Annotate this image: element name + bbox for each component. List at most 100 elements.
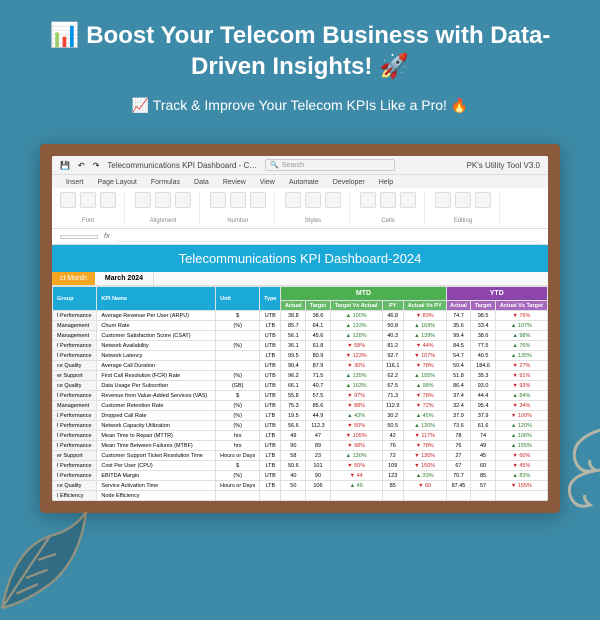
formula-input[interactable] — [115, 231, 540, 242]
ribbon-tabs: InsertPage LayoutFormulasDataReviewViewA… — [52, 175, 548, 188]
cell-target: 23 — [306, 451, 330, 461]
ribbon-tab-automate[interactable]: Automate — [283, 177, 325, 188]
ribbon-button[interactable] — [475, 192, 491, 208]
ribbon-tab-formulas[interactable]: Formulas — [145, 177, 186, 188]
cell-ytarget: 35.3 — [471, 371, 495, 381]
cell-unit: (%) — [216, 401, 260, 411]
table-row[interactable]: ManagementChurn Rate(%)LTB85.764.1▲ 133%… — [53, 321, 548, 331]
table-row[interactable]: ce QualityData Usage Per Subscriber(GB)U… — [53, 381, 548, 391]
redo-icon[interactable]: ↷ — [93, 161, 100, 170]
ribbon-tab-data[interactable]: Data — [188, 177, 215, 188]
cell-group: I Performance — [53, 391, 97, 401]
cell-yavt: ▲ 84% — [495, 391, 547, 401]
table-row[interactable]: ManagementCustomer Satisfaction Score (C… — [53, 331, 548, 341]
cell-type: UTB — [260, 311, 281, 321]
table-row[interactable]: I PerformanceDropped Call Rate(%)LTB19.5… — [53, 411, 548, 421]
fx-label[interactable]: fx — [104, 233, 109, 240]
table-row[interactable]: ce QualityService Activation TimeHours o… — [53, 481, 548, 491]
cell-actual: 19.5 — [281, 411, 306, 421]
hero-subtitle: 📈 Track & Improve Your Telecom KPIs Like… — [30, 97, 570, 114]
table-row[interactable]: I EfficiencyNode Efficiency — [53, 491, 548, 501]
ribbon-button[interactable] — [230, 192, 246, 208]
ribbon-button[interactable] — [210, 192, 226, 208]
ribbon-button[interactable] — [325, 192, 341, 208]
ribbon-tab-insert[interactable]: Insert — [60, 177, 90, 188]
ribbon-button[interactable] — [360, 192, 376, 208]
cell-tva: ▲ 130% — [330, 451, 382, 461]
cell-target: 85.6 — [306, 401, 330, 411]
cell-kpi-name: EBITDA Margin — [97, 471, 216, 481]
ribbon-button[interactable] — [455, 192, 471, 208]
cell-kpi-name: Mean Time to Repair (MTTR) — [97, 431, 216, 441]
ribbon-button[interactable] — [285, 192, 301, 208]
cell-tva: ▼ 30% — [330, 361, 382, 371]
cell-target: 64.1 — [306, 321, 330, 331]
select-month-button[interactable]: ct Month — [52, 272, 95, 285]
cell-ytarget: 184.6 — [471, 361, 495, 371]
col-target: Target — [306, 301, 330, 311]
ribbon-button[interactable] — [175, 192, 191, 208]
table-row[interactable]: I PerformanceCost Per User (CPU)$LTB50.6… — [53, 461, 548, 471]
table-row[interactable]: I PerformanceNetwork Capacity Utilizatio… — [53, 421, 548, 431]
cell-target: 40.7 — [306, 381, 330, 391]
ribbon-tab-page-layout[interactable]: Page Layout — [92, 177, 143, 188]
cell-py — [382, 491, 403, 501]
cell-type: UTB — [260, 341, 281, 351]
cell-apy: ▲ 169% — [403, 321, 446, 331]
cell-actual: 49 — [281, 431, 306, 441]
cell-apy: ▼ 107% — [403, 351, 446, 361]
ribbon-button[interactable] — [155, 192, 171, 208]
ribbon-button[interactable] — [250, 192, 266, 208]
cell-target: 87.9 — [306, 361, 330, 371]
formula-bar: fx — [52, 229, 548, 245]
ribbon-button[interactable] — [80, 192, 96, 208]
table-row[interactable]: I PerformanceNetwork Availability(%)UTB3… — [53, 341, 548, 351]
ribbon-button[interactable] — [400, 192, 416, 208]
utility-addin[interactable]: PK's Utility Tool V3.0 — [467, 161, 540, 170]
ribbon-tab-review[interactable]: Review — [217, 177, 252, 188]
cell-yactual: 37.4 — [446, 391, 471, 401]
spreadsheet: Telecommunications KPI Dashboard-2024 ct… — [52, 245, 548, 501]
cell-unit: $ — [216, 461, 260, 471]
cell-type: LTB — [260, 351, 281, 361]
table-row[interactable]: ManagementCustomer Retention Rate(%)UTB7… — [53, 401, 548, 411]
ribbon-button[interactable] — [305, 192, 321, 208]
cell-apy: ▼ 117% — [403, 431, 446, 441]
cell-tva: ▼ 88% — [330, 401, 382, 411]
cell-unit — [216, 331, 260, 341]
table-row[interactable]: er SupportFirst Call Resolution (FCR) Ra… — [53, 371, 548, 381]
cell-yactual: 54.7 — [446, 351, 471, 361]
cell-target: 61.8 — [306, 341, 330, 351]
search-box[interactable]: 🔍 Search — [265, 159, 395, 171]
table-row[interactable]: er SupportCustomer Support Ticket Resolu… — [53, 451, 548, 461]
cell-unit: (GB) — [216, 381, 260, 391]
ribbon-group-font: Font — [60, 192, 125, 224]
table-row[interactable]: I PerformanceNetwork LatencyLTB99.580.9▼… — [53, 351, 548, 361]
undo-icon[interactable]: ↶ — [78, 161, 85, 170]
search-icon: 🔍 — [270, 161, 279, 169]
cell-py: 72 — [382, 451, 403, 461]
ribbon-button[interactable] — [380, 192, 396, 208]
cell-unit: (%) — [216, 341, 260, 351]
save-icon[interactable]: 💾 — [60, 161, 70, 170]
cell-kpi-name: Customer Support Ticket Resolution Time — [97, 451, 216, 461]
ribbon-tab-help[interactable]: Help — [373, 177, 399, 188]
name-box[interactable] — [60, 235, 98, 239]
ribbon-tab-developer[interactable]: Developer — [327, 177, 371, 188]
ribbon-button[interactable] — [60, 192, 76, 208]
ribbon-button[interactable] — [435, 192, 451, 208]
table-row[interactable]: I PerformanceMean Time to Repair (MTTR)h… — [53, 431, 548, 441]
cell-ytarget: 61.6 — [471, 421, 495, 431]
ribbon-button[interactable] — [100, 192, 116, 208]
table-row[interactable]: I PerformanceMean Time Between Failures … — [53, 441, 548, 451]
cell-yactual: 73.6 — [446, 421, 471, 431]
table-row[interactable]: I PerformanceEBITDA Margin(%)UTB4090▼ 44… — [53, 471, 548, 481]
table-row[interactable]: ce QualityAverage Call DurationUTB90.487… — [53, 361, 548, 371]
ribbon-tab-view[interactable]: View — [254, 177, 281, 188]
ribbon-button[interactable] — [135, 192, 151, 208]
cell-py: 112.9 — [382, 401, 403, 411]
cell-group: I Performance — [53, 461, 97, 471]
cell-type: UTB — [260, 361, 281, 371]
table-row[interactable]: I PerformanceAverage Revenue Per User (A… — [53, 311, 548, 321]
table-row[interactable]: I PerformanceRevenue from Value-Added Se… — [53, 391, 548, 401]
